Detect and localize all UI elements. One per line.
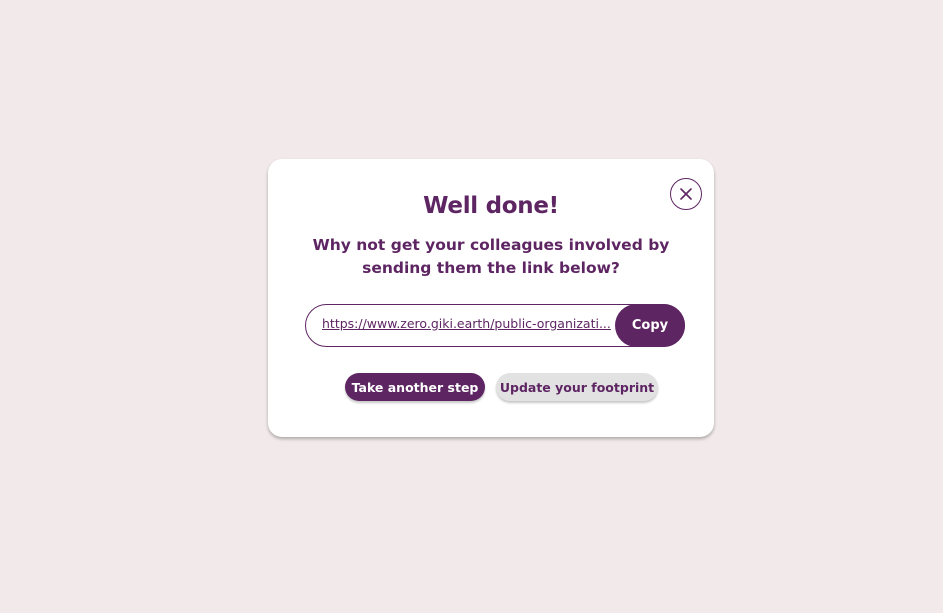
update-footprint-button[interactable]: Update your footprint — [496, 373, 658, 401]
take-another-step-button[interactable]: Take another step — [345, 373, 485, 401]
modal-subtitle: Why not get your colleagues involved by … — [312, 236, 670, 277]
share-modal: Well done! Why not get your colleagues i… — [268, 159, 714, 437]
modal-title: Well done! — [423, 193, 559, 219]
share-link[interactable]: https://www.zero.giki.earth/public-organ… — [322, 316, 612, 331]
copy-button[interactable]: Copy — [615, 304, 685, 347]
